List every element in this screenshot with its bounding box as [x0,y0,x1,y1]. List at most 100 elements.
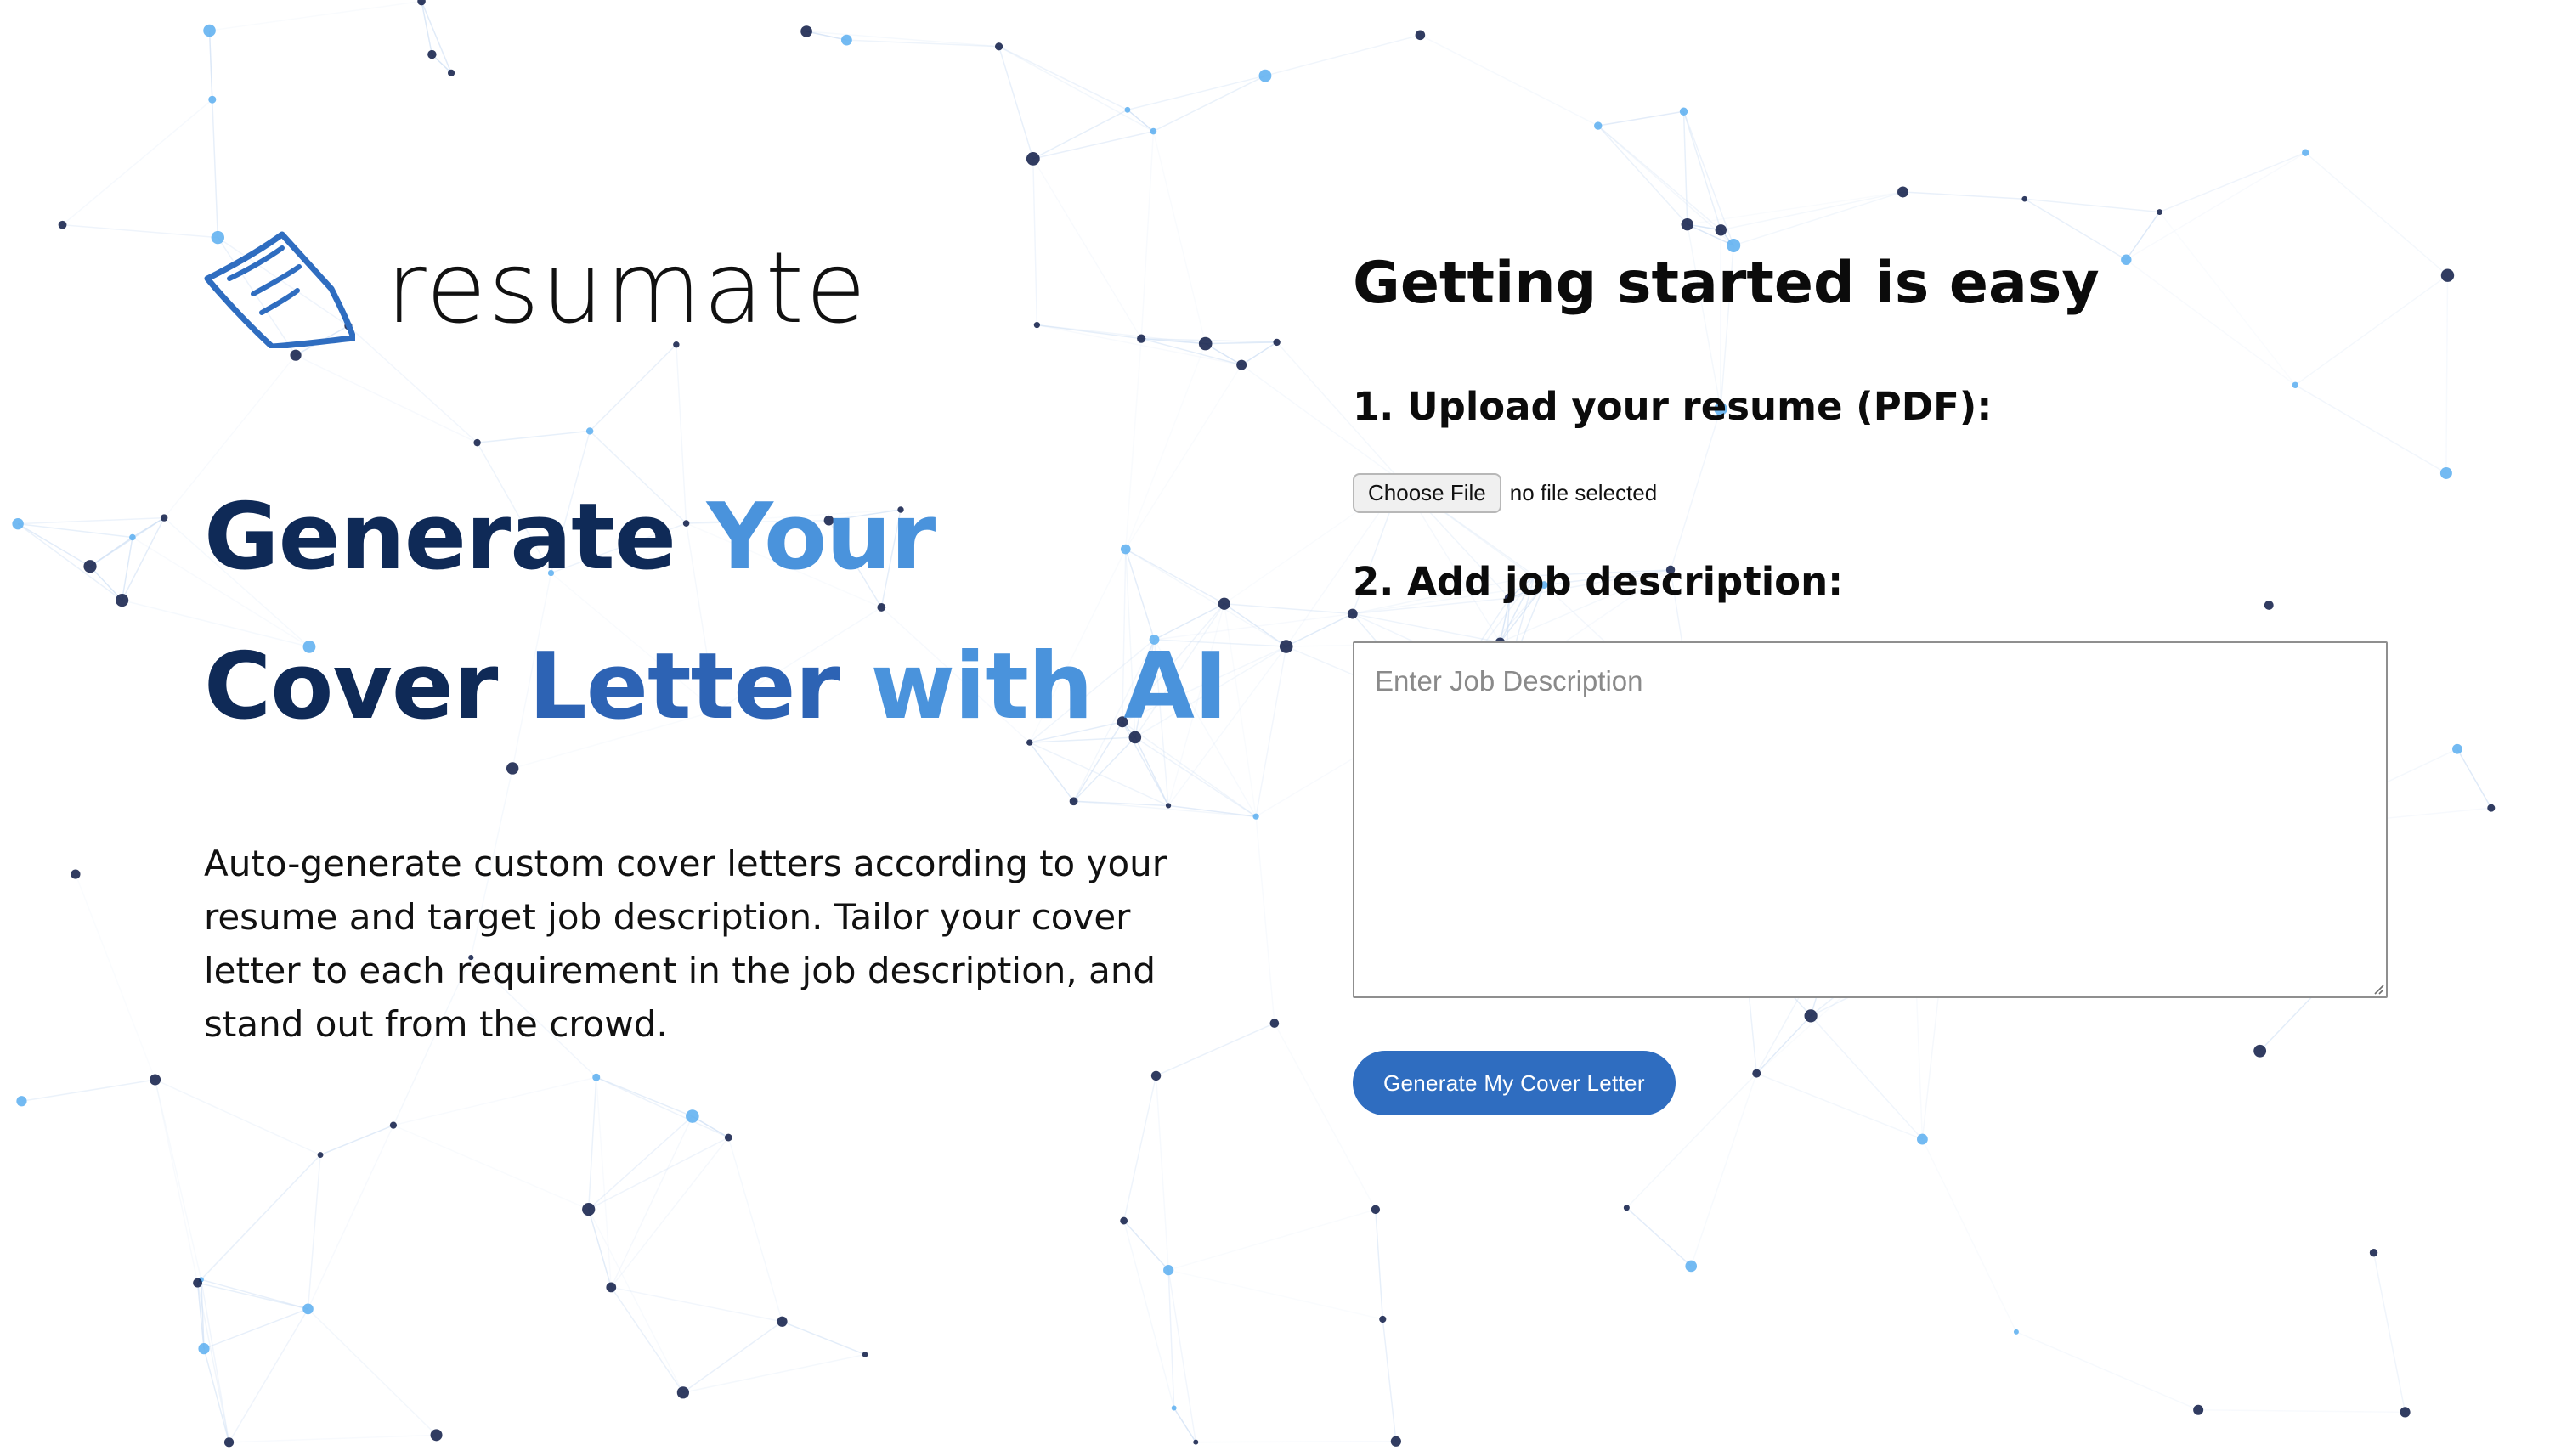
network-line [1597,125,1688,225]
network-line [998,46,1128,110]
network-line [610,1286,684,1393]
network-line [1167,1270,1197,1442]
network-line [209,0,422,31]
paper-letter-icon [204,229,355,348]
network-dot [83,560,97,573]
hero-word-with-ai: with AI [870,634,1228,740]
network-line [62,223,218,239]
network-line [197,1282,308,1310]
network-dot [223,1437,235,1448]
network-line [2456,748,2492,809]
network-line [610,1115,693,1288]
network-dot [862,1352,868,1357]
hero-word-generate: Generate [204,484,707,590]
network-line [2198,1409,2406,1414]
network-line [1625,1207,1692,1267]
network-line [2125,212,2161,261]
network-dot [1120,1216,1128,1225]
network-line [1032,130,1154,160]
network-dot [1124,106,1131,113]
network-line [1597,125,1734,246]
resize-handle-icon[interactable] [2371,981,2384,995]
hero-description: Auto-generate custom cover letters accor… [204,843,1167,1045]
job-description-textarea[interactable]: Enter Job Description [1353,641,2388,999]
network-line [611,1286,783,1323]
network-line [1155,1075,1169,1271]
network-line [196,1283,230,1442]
file-status-text: no file selected [1509,480,1658,506]
job-description-label: 2. Add job description: [1353,559,1844,605]
network-line [998,46,1034,160]
network-dot [1163,1265,1174,1276]
form-panel: Getting started is easy 1. Upload your r… [1353,250,2406,1116]
network-dot [1415,30,1426,41]
network-line [18,522,133,539]
hero-word-your: Your [706,484,936,590]
network-line [75,873,156,1081]
network-dot [2157,209,2162,215]
network-line [1032,109,1128,160]
network-dot [840,34,852,46]
network-dot [129,533,136,541]
network-line [18,516,165,525]
hero-line-2: Cover Letter with AI [204,612,1249,762]
network-dot [1269,1019,1280,1028]
network-line [203,1348,230,1443]
network-line [1167,1209,1377,1271]
network-dot [2400,1407,2411,1418]
network-line [2024,198,2160,213]
network-line [2015,1331,2199,1411]
network-line [1167,1269,1383,1320]
network-line [1733,191,1903,246]
network-line [62,99,213,226]
upload-resume-label: 1. Upload your resume (PDF): [1353,384,1993,429]
network-dot [2302,149,2309,156]
network-dot [676,1386,689,1399]
network-line [2372,1252,2406,1413]
network-line [588,1137,729,1211]
network-line [1682,111,1688,225]
network-line [89,566,123,601]
network-line [2125,152,2306,261]
network-dot [1916,1133,1928,1145]
network-line [1127,109,1154,133]
network-line [782,1321,866,1356]
network-dot [1390,1436,1401,1447]
network-line [212,99,219,238]
hero-word-letter: Letter [528,634,871,740]
network-dot [800,25,812,37]
network-dot [1681,217,1693,231]
network-dot [203,24,216,37]
resume-file-input[interactable]: Choose File no file selected [1353,473,2406,514]
network-line [89,536,133,567]
network-dot [302,1303,314,1315]
generate-cover-letter-button[interactable]: Generate My Cover Letter [1353,1051,1676,1116]
network-dot [193,1278,202,1288]
network-line [1597,110,1684,127]
network-line [2445,275,2449,473]
network-dot [1685,1260,1698,1273]
network-line [587,1077,597,1210]
network-dot [582,1202,596,1216]
network-line [307,1308,438,1436]
network-line [421,1,433,55]
network-line [203,1308,308,1350]
network-dot [1594,121,1603,130]
network-dot [150,1074,161,1086]
network-dot [208,95,217,104]
network-line [1122,1075,1157,1222]
network-dot [317,1152,324,1158]
network-line [1382,1318,1397,1442]
network-dot [12,517,24,530]
network-dot [1026,152,1040,166]
choose-file-button[interactable]: Choose File [1353,473,1501,514]
network-dot [417,0,426,6]
brand-logo[interactable]: resumate [204,225,1249,353]
network-line [229,1434,437,1443]
network-dot [1258,69,1272,82]
form-title: Getting started is easy [1353,250,2100,317]
network-line [1682,111,1722,230]
network-line [17,523,91,567]
network-line [1921,1138,2017,1333]
network-line [319,1124,394,1156]
